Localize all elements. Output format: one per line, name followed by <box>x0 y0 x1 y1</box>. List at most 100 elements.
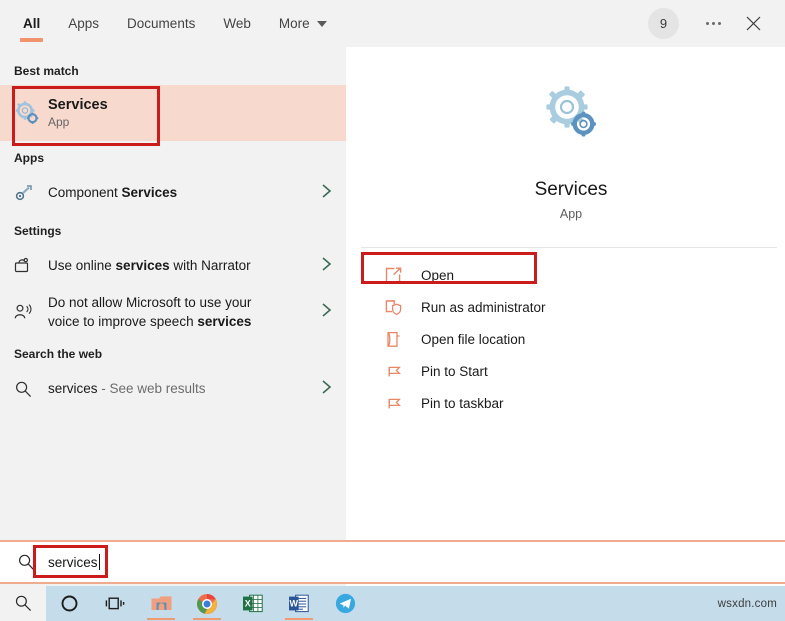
file-explorer-button[interactable] <box>138 586 184 621</box>
close-icon <box>746 16 760 31</box>
component-services-title: Component Services <box>48 185 178 200</box>
cortana-circle-icon <box>61 595 77 612</box>
tab-all[interactable]: All <box>9 0 54 47</box>
tab-more-label: More <box>278 16 310 31</box>
voice-speech-icon <box>14 303 48 322</box>
tab-apps-label: Apps <box>68 16 100 31</box>
app-preview: Services App <box>357 47 785 221</box>
ellipsis-icon <box>705 22 721 25</box>
action-pin-to-taskbar-label: Pin to taskbar <box>421 395 504 411</box>
preview-pane: Services App Open Run as administrator O… <box>357 47 785 586</box>
pin-icon <box>385 395 421 412</box>
tab-apps[interactable]: Apps <box>54 0 113 47</box>
result-component-services[interactable]: Component Services <box>0 172 346 214</box>
header-spacer <box>341 0 648 47</box>
telegram-button[interactable] <box>322 586 368 621</box>
start-button[interactable] <box>0 586 46 621</box>
web-search-title: services - See web results <box>48 381 206 396</box>
speech-services-labels: Do not allow Microsoft to use your voice… <box>48 293 321 331</box>
word-button[interactable]: W <box>276 586 322 621</box>
pane-gap <box>346 47 357 586</box>
component-services-icon <box>14 184 48 203</box>
tab-web-label: Web <box>223 16 251 31</box>
folder-location-icon <box>385 331 421 348</box>
best-match-subtitle: App <box>48 114 70 129</box>
speech-services-title-line1: Do not allow Microsoft to use your <box>48 295 252 310</box>
preview-app-name: Services <box>534 179 608 200</box>
tab-web[interactable]: Web <box>209 0 265 47</box>
file-explorer-icon <box>151 596 171 610</box>
preview-app-kind: App <box>559 207 583 221</box>
web-search-labels: services - See web results <box>48 380 321 398</box>
chevron-down-icon <box>316 20 327 27</box>
results-pane: Best match Services App Apps Component S… <box>0 47 346 586</box>
cortana-button[interactable] <box>46 586 92 621</box>
header-actions: 9 <box>648 0 785 47</box>
online-services-narrator-labels: Use online services with Narrator <box>48 257 321 275</box>
text-caret <box>98 554 100 570</box>
filter-tabs: All Apps Documents Web More <box>0 0 341 47</box>
shield-run-icon <box>385 299 421 316</box>
chrome-icon <box>197 593 217 614</box>
search-body: Best match Services App Apps Component S… <box>0 47 785 586</box>
chevron-right-icon[interactable] <box>321 183 336 204</box>
result-online-services-narrator[interactable]: Use online services with Narrator <box>0 245 346 287</box>
search-flyout: All Apps Documents Web More 9 Best match… <box>0 0 785 586</box>
search-header: All Apps Documents Web More 9 <box>0 0 785 47</box>
group-label-settings: Settings <box>14 224 62 238</box>
task-view-icon <box>105 597 124 610</box>
action-open-file-location-label: Open file location <box>421 331 526 347</box>
windows-search-screen: All Apps Documents Web More 9 Best match… <box>0 0 785 621</box>
chevron-right-icon[interactable] <box>321 256 336 277</box>
best-match-labels: Services App <box>48 96 336 131</box>
tab-documents[interactable]: Documents <box>113 0 209 47</box>
best-match-title: Services <box>48 96 108 113</box>
services-gears-icon <box>357 81 785 145</box>
online-services-narrator-title: Use online services with Narrator <box>48 258 251 273</box>
search-icon <box>15 595 31 612</box>
result-web-search-services[interactable]: services - See web results <box>0 368 346 410</box>
watermark: wsxdn.com <box>717 597 777 610</box>
tab-more[interactable]: More <box>265 0 341 47</box>
component-services-labels: Component Services <box>48 184 321 202</box>
chrome-button[interactable] <box>184 586 230 621</box>
chevron-right-icon[interactable] <box>321 379 336 400</box>
group-label-best-match: Best match <box>14 64 79 78</box>
telegram-icon <box>335 593 355 614</box>
tab-documents-label: Documents <box>127 16 196 31</box>
avatar[interactable]: 9 <box>648 8 679 39</box>
action-pin-to-start-label: Pin to Start <box>421 363 488 379</box>
taskbar: X W wsxdn.com <box>0 586 785 621</box>
avatar-badge: 9 <box>659 16 668 31</box>
pin-icon <box>385 363 421 380</box>
search-input[interactable]: services <box>42 546 106 578</box>
group-label-apps: Apps <box>14 151 44 165</box>
narrator-icon <box>14 257 48 276</box>
close-button[interactable] <box>735 6 771 42</box>
services-gears-icon <box>14 100 48 126</box>
search-icon <box>10 553 42 572</box>
open-icon <box>385 267 421 284</box>
result-speech-services[interactable]: Do not allow Microsoft to use your voice… <box>0 287 346 337</box>
search-input-value: services <box>48 554 98 570</box>
chevron-right-icon[interactable] <box>321 302 336 323</box>
excel-button[interactable]: X <box>230 586 276 621</box>
speech-services-title-line2: voice to improve speech services <box>48 314 252 329</box>
excel-icon: X <box>243 594 263 613</box>
action-run-as-administrator[interactable]: Run as administrator <box>357 291 785 323</box>
action-pin-to-taskbar[interactable]: Pin to taskbar <box>357 387 785 419</box>
app-actions-list: Open Run as administrator Open file loca… <box>357 248 785 419</box>
word-icon: W <box>289 594 309 613</box>
result-best-match-services[interactable]: Services App <box>0 85 346 141</box>
action-run-as-administrator-label: Run as administrator <box>421 299 546 315</box>
action-open[interactable]: Open <box>357 259 785 291</box>
tab-all-label: All <box>23 16 41 31</box>
svg-text:X: X <box>245 598 251 608</box>
group-label-search-the-web: Search the web <box>14 347 103 361</box>
task-view-button[interactable] <box>92 586 138 621</box>
search-bar[interactable]: services <box>0 540 785 584</box>
action-open-label: Open <box>421 267 455 283</box>
more-options-button[interactable] <box>695 6 731 42</box>
action-pin-to-start[interactable]: Pin to Start <box>357 355 785 387</box>
action-open-file-location[interactable]: Open file location <box>357 323 785 355</box>
